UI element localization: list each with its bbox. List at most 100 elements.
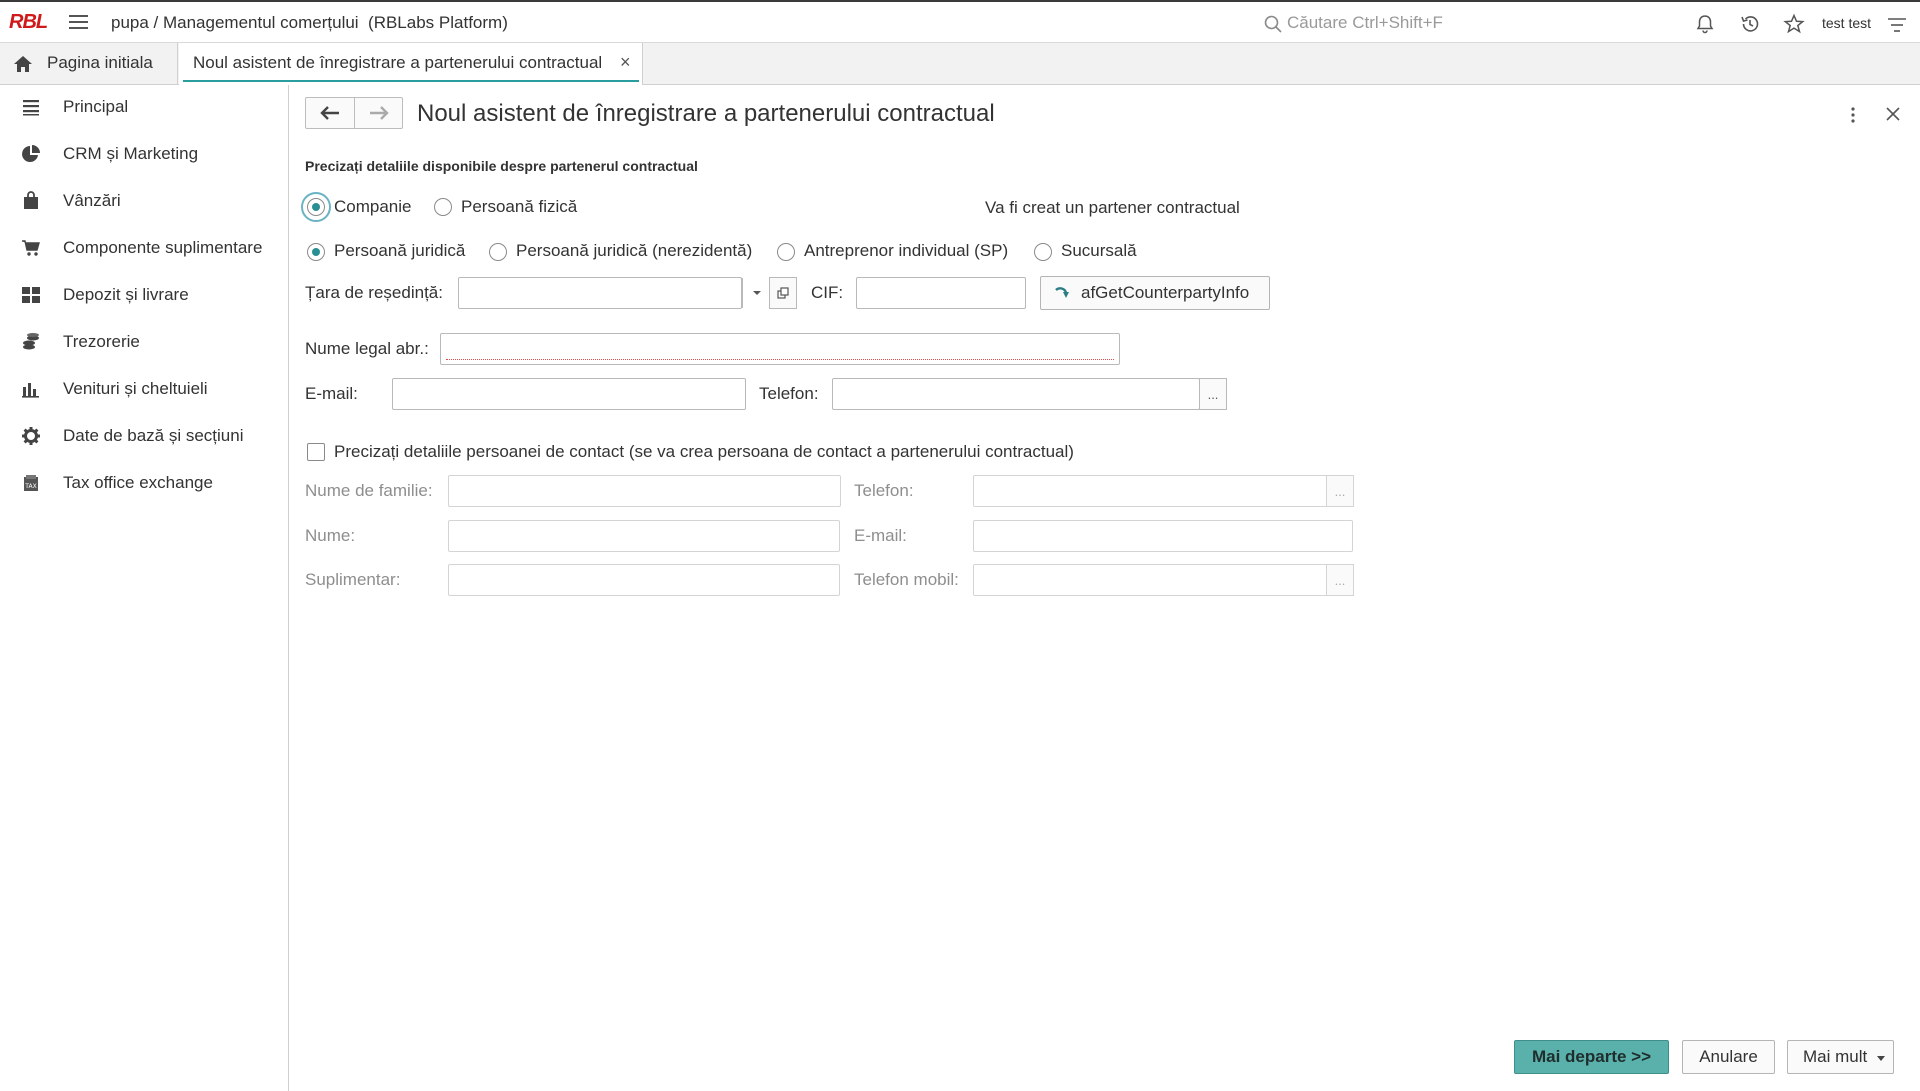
- radio-persoana-juridica[interactable]: [307, 243, 325, 261]
- arrow-left-icon: [320, 106, 339, 120]
- form-title: Noul asistent de înregistrare a partener…: [417, 100, 995, 127]
- email-label: E-mail:: [305, 384, 358, 403]
- dropdown-icon[interactable]: [742, 278, 770, 308]
- gear-icon: [22, 427, 40, 445]
- tab-home[interactable]: Pagina initiala: [0, 43, 178, 84]
- search-box[interactable]: Căutare Ctrl+Shift+F: [1264, 12, 1494, 36]
- sidebar-item-label: Principal: [63, 97, 129, 116]
- cancel-button[interactable]: Anulare: [1682, 1040, 1775, 1074]
- sidebar-item-label: Vânzări: [63, 191, 121, 210]
- menu-lines-icon: [23, 100, 39, 116]
- search-icon: [1264, 15, 1282, 33]
- contact-email-input[interactable]: [973, 520, 1353, 552]
- top-bar: RBL pupa / Managementul comerțului (RBLa…: [0, 0, 1920, 43]
- legal-name-input[interactable]: [440, 333, 1120, 365]
- contact-additional-input[interactable]: [448, 564, 840, 596]
- close-form-icon[interactable]: [1883, 104, 1903, 124]
- contact-first-name-label: Nume:: [305, 526, 356, 545]
- sidebar-item-vanzari[interactable]: Vânzări: [0, 179, 289, 223]
- email-input[interactable]: [392, 378, 746, 410]
- more-button[interactable]: Mai mult: [1787, 1040, 1894, 1074]
- tab-bar: Pagina initiala Noul asistent de înregis…: [0, 43, 1920, 85]
- sidebar-item-label: Trezorerie: [63, 332, 140, 351]
- radio-antreprenor-individual[interactable]: [777, 243, 795, 261]
- sidebar-item-label: Depozit și livrare: [63, 285, 189, 304]
- sidebar-item-label: Venituri și cheltuieli: [63, 379, 208, 398]
- country-select[interactable]: [458, 277, 770, 309]
- section-header: Precizați detaliile disponibile despre p…: [305, 158, 698, 174]
- navigation-buttons: [305, 97, 403, 129]
- svg-text:TAX: TAX: [24, 483, 36, 490]
- radio-sucursala-label: Sucursală: [1061, 241, 1137, 260]
- tab-home-label: Pagina initiala: [47, 53, 153, 72]
- radio-sucursala[interactable]: [1034, 243, 1052, 261]
- history-icon[interactable]: [1739, 13, 1761, 35]
- sidebar-item-label: Tax office exchange: [63, 473, 213, 492]
- radio-persoana-juridica-nerezidenta[interactable]: [489, 243, 507, 261]
- sidebar-item-depozit[interactable]: Depozit și livrare: [0, 273, 289, 317]
- active-tab-indicator: [183, 80, 639, 82]
- radio-companie[interactable]: [301, 192, 331, 222]
- more-button-label: Mai mult: [1803, 1047, 1868, 1066]
- sidebar-item-principal[interactable]: Principal: [0, 85, 289, 129]
- phone-label: Telefon:: [759, 384, 819, 403]
- get-counterparty-info-button[interactable]: afGetCounterpartyInfo: [1040, 276, 1270, 310]
- cif-input[interactable]: [856, 277, 1026, 309]
- tab-close-icon[interactable]: ×: [620, 52, 631, 73]
- entity-info-text: Va fi creat un partener contractual: [985, 198, 1240, 217]
- sidebar-item-venituri[interactable]: Venituri și cheltuieli: [0, 367, 289, 411]
- contact-last-name-label: Nume de familie:: [305, 481, 433, 500]
- star-icon[interactable]: [1783, 13, 1805, 35]
- contact-phone-label: Telefon:: [854, 481, 914, 500]
- sidebar-item-label: Componente suplimentare: [63, 238, 263, 257]
- tax-document-icon: TAX: [24, 475, 38, 491]
- radio-persoana-fizica[interactable]: [434, 198, 452, 216]
- sidebar-item-tax-office[interactable]: TAX Tax office exchange: [0, 461, 289, 505]
- bar-chart-icon: [22, 383, 39, 398]
- contact-last-name-input[interactable]: [448, 475, 841, 507]
- back-button[interactable]: [306, 98, 355, 128]
- cart-icon: [22, 240, 40, 256]
- radio-persoana-juridica-label: Persoană juridică: [334, 241, 466, 260]
- app-logo: RBL: [9, 11, 48, 33]
- open-country-icon[interactable]: [769, 277, 797, 309]
- app-title: pupa / Managementul comerțului (RBLabs P…: [111, 13, 508, 32]
- home-icon: [14, 56, 32, 72]
- more-vertical-icon[interactable]: [1845, 104, 1861, 126]
- contact-mobile-label: Telefon mobil:: [854, 570, 959, 589]
- grid-blocks-icon: [22, 287, 40, 303]
- contact-first-name-input[interactable]: [448, 520, 840, 552]
- tab-partner-wizard[interactable]: Noul asistent de înregistrare a partener…: [179, 43, 643, 85]
- contact-details-checkbox[interactable]: [307, 443, 325, 461]
- next-button[interactable]: Mai departe >>: [1514, 1040, 1669, 1074]
- refresh-arrow-icon: [1055, 287, 1069, 298]
- radio-companie-label: Companie: [334, 197, 412, 216]
- hamburger-menu-icon[interactable]: [69, 15, 88, 29]
- radio-antreprenor-individual-label: Antreprenor individual (SP): [804, 241, 1009, 260]
- sidebar-item-date-baza[interactable]: Date de bază și secțiuni: [0, 414, 289, 458]
- sidebar-item-label: Date de bază și secțiuni: [63, 426, 244, 445]
- legal-name-label: Nume legal abr.:: [305, 339, 429, 358]
- sidebar-item-crm[interactable]: CRM și Marketing: [0, 132, 289, 176]
- forward-button[interactable]: [355, 98, 403, 128]
- contact-additional-label: Suplimentar:: [305, 570, 401, 589]
- contact-phone-input[interactable]: ...: [973, 475, 1354, 507]
- phone-select-button[interactable]: ...: [1199, 378, 1227, 410]
- tab-partner-wizard-label: Noul asistent de înregistrare a partener…: [193, 53, 603, 72]
- sidebar-item-componente[interactable]: Componente suplimentare: [0, 226, 289, 270]
- get-counterparty-info-label: afGetCounterpartyInfo: [1081, 283, 1250, 302]
- contact-phone-select-button[interactable]: ...: [1326, 475, 1354, 507]
- contact-mobile-select-button[interactable]: ...: [1326, 564, 1354, 596]
- filter-menu-icon[interactable]: [1886, 14, 1908, 36]
- coins-icon: [23, 333, 39, 350]
- bell-icon[interactable]: [1694, 13, 1716, 35]
- contact-details-checkbox-label: Precizați detaliile persoanei de contact…: [334, 442, 1074, 461]
- pie-chart-icon: [22, 145, 40, 162]
- search-placeholder: Căutare Ctrl+Shift+F: [1287, 13, 1443, 32]
- sidebar-item-trezorerie[interactable]: Trezorerie: [0, 320, 289, 364]
- phone-input[interactable]: ...: [832, 378, 1227, 410]
- sidebar: Principal CRM și Marketing Vânzări Compo…: [0, 85, 289, 1091]
- contact-mobile-input[interactable]: ...: [973, 564, 1354, 596]
- arrow-right-icon: [370, 106, 389, 120]
- user-name[interactable]: test test: [1822, 15, 1871, 31]
